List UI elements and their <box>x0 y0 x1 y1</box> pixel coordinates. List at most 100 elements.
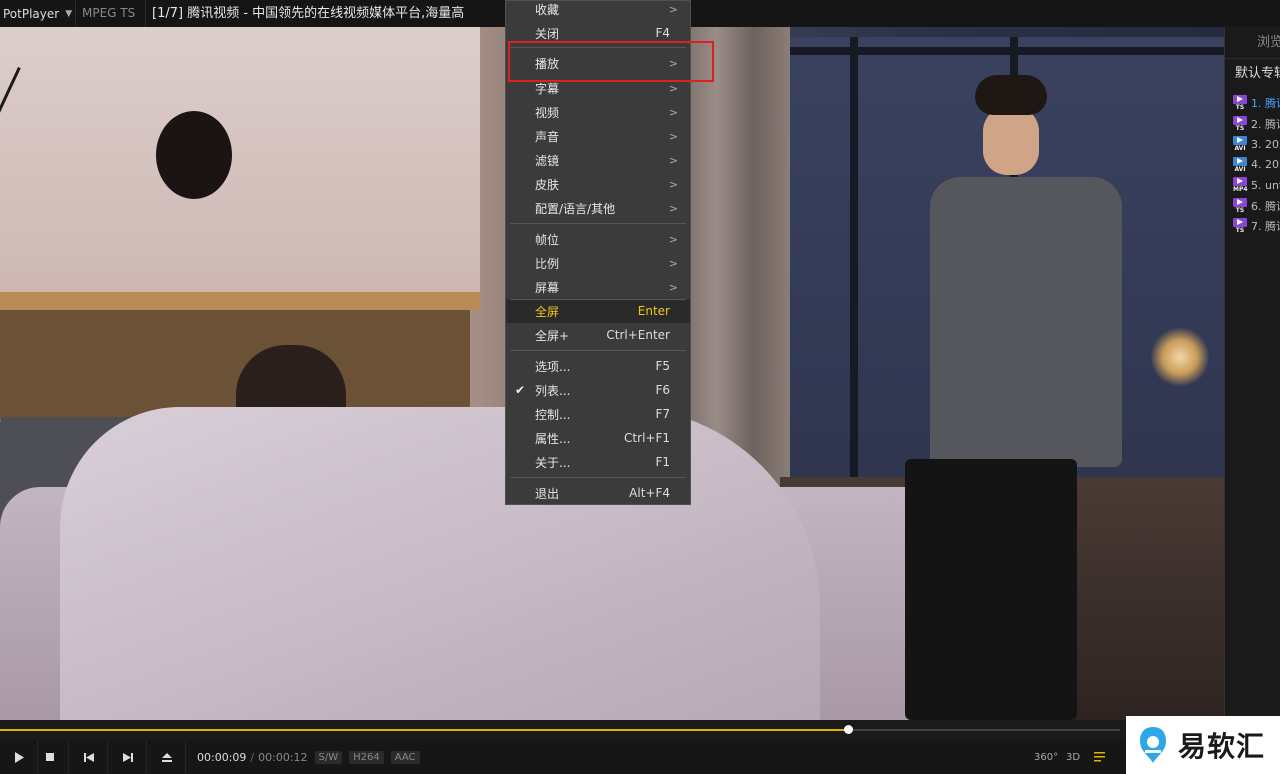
decoder-badge[interactable]: S/W <box>314 750 343 764</box>
playlist-item[interactable]: AVI 3. 202 <box>1225 134 1280 155</box>
menu-item[interactable]: 全屏+ Ctrl+Enter <box>506 323 690 347</box>
menu-item-shortcut: F6 <box>655 383 670 397</box>
playlist-panel: 浏览 默认专辑 TS 1. 腾讯 TS 2. 腾讯 AVI 3. 202 AVI 4. 202… <box>1224 27 1280 720</box>
menu-item-label: 收藏 <box>535 2 560 17</box>
menu-item-shortcut: Enter <box>637 304 670 318</box>
submenu-arrow-icon: > <box>668 201 678 215</box>
video-file-icon: TS <box>1233 218 1247 234</box>
playlist-item[interactable]: TS 1. 腾讯 <box>1225 93 1280 114</box>
menu-item[interactable]: 帧位 > <box>506 227 690 251</box>
menu-item[interactable]: 皮肤 > <box>506 172 690 196</box>
menu-item-shortcut: F1 <box>655 455 670 469</box>
seek-bar[interactable] <box>0 720 1280 740</box>
time-display: 00:00:09 / 00:00:12 S/W H264 AAC <box>197 740 420 774</box>
stop-button[interactable] <box>31 740 69 774</box>
menu-item-label: 列表... <box>535 383 571 398</box>
previous-button[interactable] <box>70 740 108 774</box>
file-extension-label: AVI <box>1234 145 1246 153</box>
app-menu-button[interactable]: PotPlayer ▼ <box>0 0 76 27</box>
next-button[interactable] <box>109 740 147 774</box>
3d-label: 3D <box>1066 751 1081 763</box>
menu-item-label: 全屏+ <box>535 328 570 343</box>
menu-item[interactable]: 屏幕 > <box>506 275 690 299</box>
playlist-item[interactable]: TS 6. 腾讯 <box>1225 196 1280 217</box>
menu-item[interactable]: 收藏 > <box>506 0 690 21</box>
app-name: PotPlayer <box>3 6 60 21</box>
menu-item[interactable]: 控制... F7 <box>506 402 690 426</box>
file-extension-label: TS <box>1235 124 1245 132</box>
video-scene-person <box>975 75 1047 115</box>
equalizer-icon <box>1094 752 1105 762</box>
video-scene-window-frame <box>790 47 1224 55</box>
file-extension-label: TS <box>1235 206 1245 214</box>
playlist-item[interactable]: MP45. unt <box>1225 175 1280 196</box>
checkmark-icon: ✔ <box>515 383 526 397</box>
video-scene-shelf <box>0 292 480 310</box>
video-file-icon: TS <box>1233 115 1247 132</box>
menu-item-shortcut: Alt+F4 <box>629 486 670 500</box>
menu-item-shortcut: F5 <box>655 359 670 373</box>
menu-item[interactable]: 滤镜 > <box>506 148 690 172</box>
playlist-group-label[interactable]: 默认专辑 <box>1225 59 1280 85</box>
time-separator: / <box>250 750 255 764</box>
submenu-arrow-icon: > <box>668 2 678 16</box>
menu-item[interactable]: 关于... F1 <box>506 450 690 474</box>
playlist-item[interactable]: TS 2. 腾讯 <box>1225 114 1280 135</box>
menu-item-label: 配置/语言/其他 <box>535 201 616 216</box>
menu-item[interactable]: 声音 > <box>506 124 690 148</box>
window-title: [1/7] 腾讯视频 - 中国领先的在线视频媒体平台,海量高 <box>152 6 465 21</box>
menu-separator <box>510 223 686 224</box>
video-scene-blanket <box>60 407 820 720</box>
video-codec-badge[interactable]: H264 <box>349 750 384 764</box>
menu-item-label: 屏幕 <box>535 280 560 295</box>
submenu-arrow-icon: > <box>668 280 678 294</box>
menu-item-shortcut: F7 <box>655 407 670 421</box>
menu-item-label: 声音 <box>535 129 560 144</box>
menu-item-shortcut: F4 <box>655 26 670 40</box>
playlist-item-label: 2. 腾讯 <box>1251 117 1280 131</box>
playlist-item-label: 6. 腾讯 <box>1251 199 1280 213</box>
menu-item[interactable]: 退出 Alt+F4 <box>506 481 690 505</box>
menu-item-label: 控制... <box>535 407 571 422</box>
3d-button[interactable]: 3D <box>1066 740 1080 774</box>
menu-item-label: 关闭 <box>535 26 560 41</box>
menu-item-label: 比例 <box>535 256 560 271</box>
menu-item[interactable]: 全屏 Enter <box>506 299 690 323</box>
video-file-icon: MP4 <box>1233 177 1248 193</box>
menu-separator <box>510 299 686 300</box>
playlist-tab-browse[interactable]: 浏览 <box>1225 27 1280 59</box>
menu-item-label: 滤镜 <box>535 153 560 168</box>
menu-item[interactable]: 选项... F5 <box>506 354 690 378</box>
eject-button[interactable] <box>148 740 186 774</box>
vr-360-label: 360° <box>1034 751 1059 763</box>
equalizer-button[interactable] <box>1094 740 1108 774</box>
submenu-arrow-icon: > <box>668 153 678 167</box>
vr-360-button[interactable]: 360° <box>1034 740 1058 774</box>
play-icon <box>14 751 24 763</box>
audio-codec-badge[interactable]: AAC <box>390 750 420 764</box>
submenu-arrow-icon: > <box>668 129 678 143</box>
playlist-item-label: 4. 202 <box>1251 158 1280 172</box>
playlist-item[interactable]: AVI 4. 202 <box>1225 155 1280 176</box>
file-extension-label: TS <box>1235 104 1245 112</box>
menu-item[interactable]: 视频 > <box>506 100 690 124</box>
video-scene-shelf-inner <box>0 310 470 420</box>
menu-item-shortcut: Ctrl+Enter <box>606 328 670 342</box>
menu-item-label: 字幕 <box>535 81 560 96</box>
menu-item-label: 全屏 <box>535 304 560 319</box>
menu-item[interactable]: 比例 > <box>506 251 690 275</box>
menu-item[interactable]: 配置/语言/其他 > <box>506 196 690 220</box>
menu-item-label: 退出 <box>535 486 560 501</box>
menu-item[interactable]: ✔ 列表... F6 <box>506 378 690 402</box>
stop-icon <box>45 753 54 761</box>
file-extension-label: TS <box>1235 227 1245 235</box>
seek-thumb[interactable] <box>843 725 853 734</box>
video-scene-person <box>983 107 1039 175</box>
video-file-icon: AVI <box>1233 156 1247 173</box>
file-extension-label: AVI <box>1234 165 1246 173</box>
submenu-arrow-icon: > <box>668 81 678 95</box>
playlist-item[interactable]: TS 7. 腾讯 <box>1225 216 1280 237</box>
menu-item-label: 属性... <box>535 431 571 446</box>
video-scene-person <box>905 459 1077 720</box>
menu-item[interactable]: 属性... Ctrl+F1 <box>506 426 690 450</box>
